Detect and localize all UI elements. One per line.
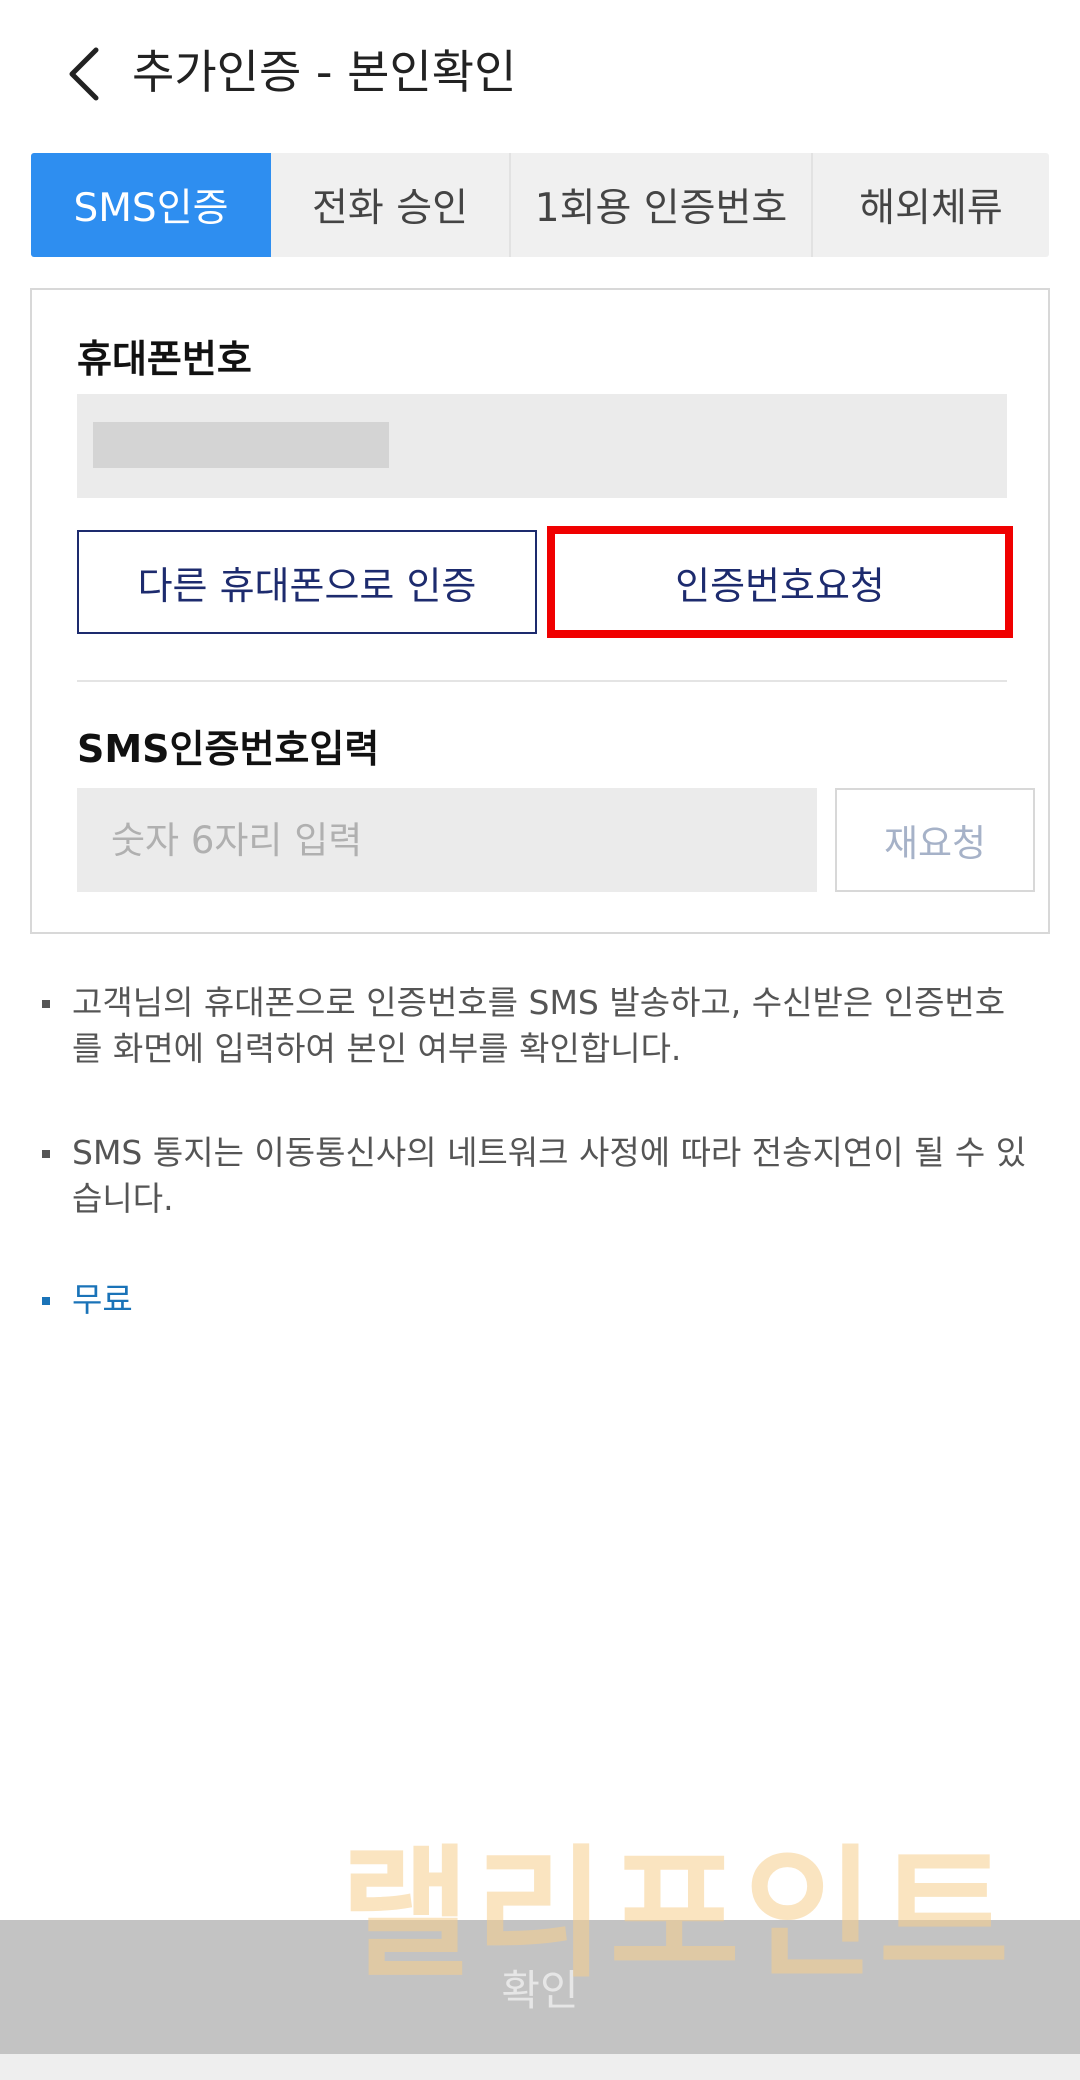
app-header: 추가인증 - 본인확인 [0,0,1080,145]
bullet-icon [42,1000,50,1008]
sms-auth-card: 휴대폰번호 다른 휴대폰으로 인증 인증번호요청 SMS인증번호입력 재요청 [30,288,1050,934]
note-item: 고객님의 휴대폰으로 인증번호를 SMS 발송하고, 수신받은 인증번호를 화면… [42,980,1032,1072]
auth-method-tabs: SMS인증 전화 승인 1회용 인증번호 해외체류 [31,153,1049,257]
tab-sms[interactable]: SMS인증 [31,153,271,257]
request-code-button[interactable]: 인증번호요청 [547,526,1013,638]
other-phone-button[interactable]: 다른 휴대폰으로 인증 [77,530,537,634]
note-text: 고객님의 휴대폰으로 인증번호를 SMS 발송하고, 수신받은 인증번호를 화면… [72,983,1006,1068]
phone-number-label: 휴대폰번호 [77,337,252,381]
phone-number-field [77,394,1007,498]
tab-phone-approval[interactable]: 전화 승인 [271,153,511,257]
tab-otp[interactable]: 1회용 인증번호 [511,153,813,257]
note-item-free: 무료 [42,1277,1032,1323]
divider [77,680,1007,682]
bullet-icon [42,1297,50,1305]
bullet-icon [42,1150,50,1158]
masked-phone-number [93,422,389,468]
code-input-label: SMS인증번호입력 [77,727,380,771]
note-text: SMS 통지는 이동통신사의 네트워크 사정에 따라 전송지연이 될 수 있습니… [72,1133,1027,1218]
code-input[interactable] [77,788,817,892]
note-item: SMS 통지는 이동통신사의 네트워크 사정에 따라 전송지연이 될 수 있습니… [42,1130,1032,1222]
note-text: 무료 [72,1280,133,1319]
tab-overseas[interactable]: 해외체류 [813,153,1049,257]
bottom-strip [0,2054,1080,2080]
watermark-logo: 랠리포인트 [340,1832,1014,1997]
resend-button[interactable]: 재요청 [835,788,1035,892]
page-title: 추가인증 - 본인확인 [132,45,517,99]
chevron-left-icon[interactable] [62,44,112,104]
